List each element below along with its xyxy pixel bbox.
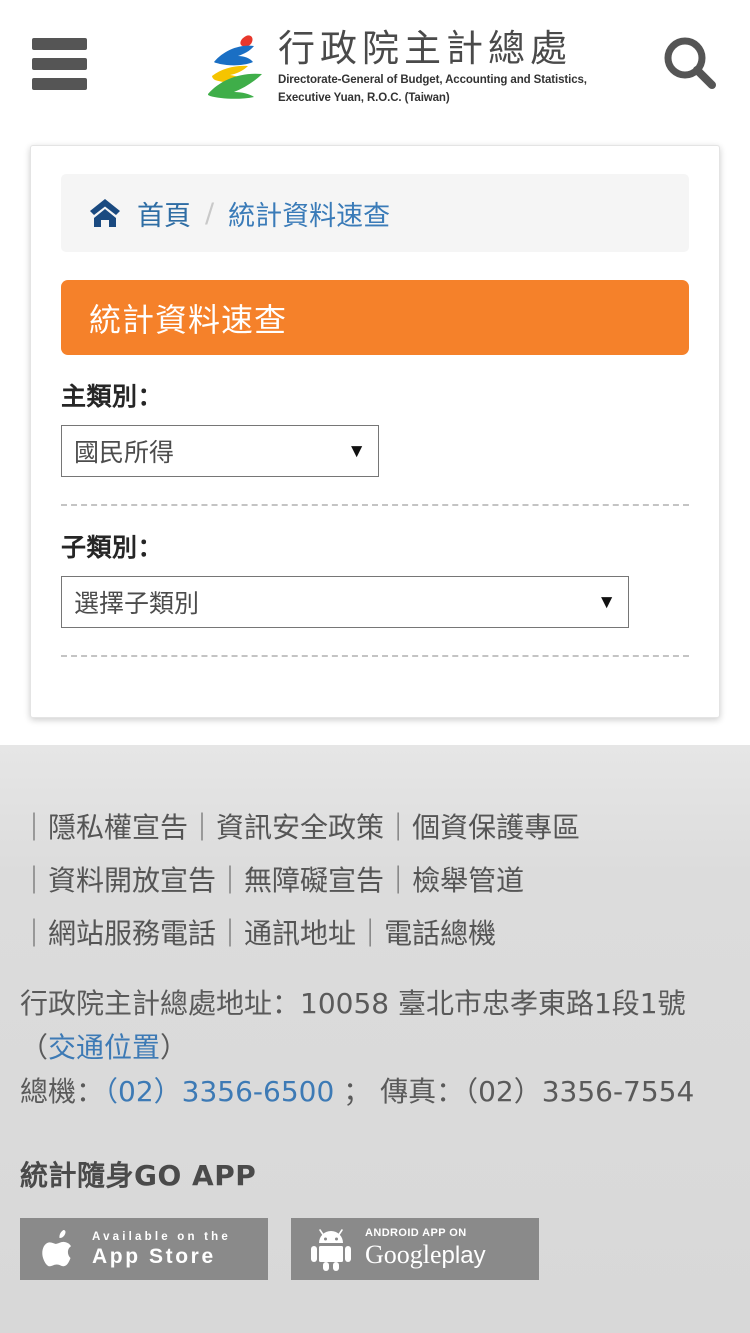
breadcrumb-separator: /	[205, 197, 215, 229]
content-card: 首頁 / 統計資料速查 統計資料速查 主類別： 國民所得 ▼ 子類別： 選擇子類…	[30, 145, 720, 718]
logo-subtitle-line1: Directorate-General of Budget, Accountin…	[278, 74, 587, 86]
dgbas-emblem-icon	[206, 32, 272, 100]
footer-fax-text: ； 傳真：（02）3356-7554	[334, 1075, 695, 1108]
main-category-value: 國民所得	[74, 438, 175, 467]
footer-phone-link[interactable]: （02）3356-6500	[104, 1075, 334, 1108]
footer-address-block: 行政院主計總處地址：10058 臺北市忠孝東路1段1號（交通位置） 總機：（02…	[20, 982, 730, 1114]
sub-category-field: 子類別： 選擇子類別 ▼	[61, 506, 689, 657]
footer-bar: ｜	[356, 917, 385, 950]
main-content: 首頁 / 統計資料速查 統計資料速查 主類別： 國民所得 ▼ 子類別： 選擇子類…	[0, 130, 750, 745]
site-logo[interactable]: 行政院主計總處 Directorate-General of Budget, A…	[206, 28, 587, 106]
play-word: play	[441, 1242, 486, 1269]
footer-link-privacy[interactable]: 隱私權宣告	[48, 811, 188, 844]
google-play-badge[interactable]: ANDROID APP ON Googleplay	[291, 1218, 539, 1280]
footer-link-switchboard[interactable]: 電話總機	[384, 917, 496, 950]
footer-link-service-phone[interactable]: 網站服務電話	[48, 917, 216, 950]
main-category-field: 主類別： 國民所得 ▼	[61, 355, 689, 506]
android-icon	[311, 1229, 351, 1271]
footer-phone-label: 總機：	[20, 1075, 105, 1108]
footer-link-personal-data[interactable]: 個資保護專區	[412, 811, 580, 844]
chevron-down-icon: ▼	[597, 591, 616, 613]
app-store-badge[interactable]: Available on the App Store	[20, 1218, 268, 1280]
search-icon[interactable]	[658, 32, 722, 96]
logo-title-cn: 行政院主計總處	[278, 27, 572, 70]
logo-subtitle-line2: Executive Yuan, R.O.C. (Taiwan)	[278, 92, 450, 104]
hamburger-bar	[32, 38, 87, 50]
breadcrumb-current: 統計資料速查	[228, 200, 391, 232]
footer-link-open-data[interactable]: 資料開放宣告	[48, 864, 216, 897]
footer-link-row: ｜資料開放宣告｜無障礙宣告｜檢舉管道	[20, 854, 730, 907]
sub-category-label: 子類別：	[61, 533, 164, 562]
app-badges: Available on the App Store ANDROID APP O…	[20, 1218, 730, 1280]
sub-category-value: 選擇子類別	[74, 589, 200, 618]
footer-bar: ｜	[384, 864, 413, 897]
google-word: Google	[365, 1240, 442, 1269]
hamburger-menu-icon[interactable]	[32, 38, 87, 90]
footer-bar: ｜	[20, 811, 49, 844]
sub-category-select[interactable]: 選擇子類別 ▼	[61, 576, 629, 628]
field-divider	[61, 655, 689, 657]
hamburger-bar	[32, 78, 87, 90]
footer-link-accessibility[interactable]: 無障礙宣告	[244, 864, 384, 897]
footer-bar: ｜	[20, 917, 49, 950]
footer-bar: ｜	[188, 811, 217, 844]
app-store-line2: App Store	[92, 1244, 216, 1268]
footer-bar: ｜	[216, 864, 245, 897]
main-category-label: 主類別：	[61, 382, 164, 411]
footer-link-address[interactable]: 通訊地址	[244, 917, 356, 950]
footer-map-link[interactable]: 交通位置	[48, 1031, 160, 1064]
home-icon[interactable]	[89, 198, 121, 228]
footer-link-row: ｜隱私權宣告｜資訊安全政策｜個資保護專區	[20, 801, 730, 854]
hamburger-bar	[32, 58, 87, 70]
footer-link-security[interactable]: 資訊安全政策	[216, 811, 384, 844]
apple-icon	[42, 1230, 71, 1267]
site-footer: ｜隱私權宣告｜資訊安全政策｜個資保護專區 ｜資料開放宣告｜無障礙宣告｜檢舉管道 …	[0, 745, 750, 1333]
site-header: 行政院主計總處 Directorate-General of Budget, A…	[0, 0, 750, 130]
main-category-select[interactable]: 國民所得 ▼	[61, 425, 379, 477]
chevron-down-icon: ▼	[347, 440, 366, 462]
app-store-line1: Available on the	[92, 1230, 231, 1243]
footer-link-report-channel[interactable]: 檢舉管道	[412, 864, 524, 897]
footer-address-suffix: ）	[160, 1031, 189, 1064]
breadcrumb: 首頁 / 統計資料速查	[61, 174, 689, 252]
google-play-line2: Googleplay	[365, 1240, 486, 1271]
footer-bar: ｜	[216, 917, 245, 950]
footer-link-row: ｜網站服務電話｜通訊地址｜電話總機	[20, 907, 730, 960]
google-play-line1: ANDROID APP ON	[365, 1227, 467, 1239]
breadcrumb-home-link[interactable]: 首頁	[137, 194, 191, 233]
footer-bar: ｜	[384, 811, 413, 844]
footer-app-heading: 統計隨身GO APP	[20, 1159, 257, 1192]
page-title: 統計資料速查	[61, 280, 689, 355]
footer-bar: ｜	[20, 864, 49, 897]
